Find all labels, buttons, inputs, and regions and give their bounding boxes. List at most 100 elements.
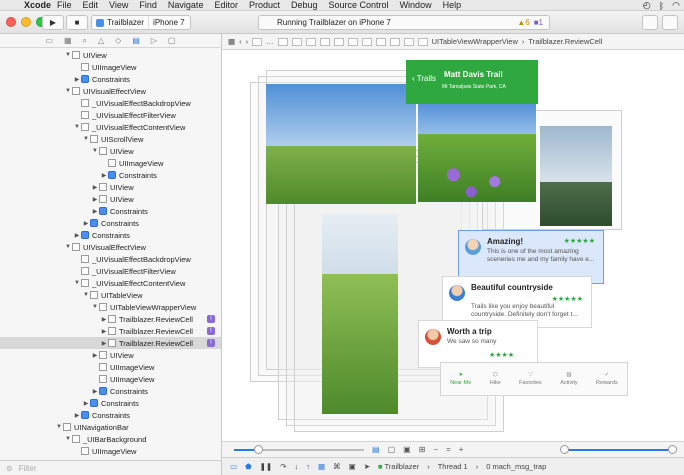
disclosure-triangle-icon[interactable]: ▶ bbox=[82, 220, 90, 227]
report-navigator-icon[interactable]: ▢ bbox=[168, 36, 176, 45]
tree-row[interactable]: _UIVisualEffectFilterView bbox=[0, 265, 221, 277]
menu-editor[interactable]: Editor bbox=[214, 0, 238, 10]
view-debugger-icon[interactable]: ▦ bbox=[318, 462, 325, 471]
assistant-editor-button[interactable] bbox=[662, 15, 678, 30]
debug-navigator-icon[interactable]: ▤ bbox=[132, 36, 140, 45]
jump-segment[interactable] bbox=[417, 37, 428, 46]
disclosure-triangle-icon[interactable]: ▼ bbox=[55, 424, 63, 430]
tree-row[interactable]: ▶ Constraints bbox=[0, 409, 221, 421]
forward-chevron-icon[interactable]: › bbox=[246, 37, 249, 46]
jump-ellipsis[interactable]: … bbox=[266, 37, 274, 46]
menu-edit[interactable]: Edit bbox=[83, 0, 99, 10]
menu-product[interactable]: Product bbox=[249, 0, 280, 10]
disclosure-triangle-icon[interactable]: ▶ bbox=[73, 412, 81, 419]
issue-indicator[interactable]: ■1 bbox=[534, 18, 543, 27]
debug-thread[interactable]: Thread 1 bbox=[438, 462, 468, 471]
tab-favorites[interactable]: ♡ Favorites bbox=[519, 372, 542, 386]
disclosure-triangle-icon[interactable]: ▼ bbox=[82, 136, 90, 142]
breakpoints-icon[interactable]: ⬟ bbox=[245, 462, 252, 471]
tree-row[interactable]: ▶ Constraints bbox=[0, 217, 221, 229]
step-in-icon[interactable]: ↓ bbox=[295, 462, 299, 471]
disclosure-triangle-icon[interactable]: ▼ bbox=[64, 244, 72, 250]
scheme-device[interactable]: iPhone 7 bbox=[149, 18, 189, 27]
tree-row[interactable]: ▶ Constraints bbox=[0, 205, 221, 217]
disclosure-triangle-icon[interactable]: ▶ bbox=[100, 172, 108, 179]
jump-segment[interactable] bbox=[333, 37, 344, 46]
runtime-issue-badge[interactable]: ! bbox=[207, 339, 215, 347]
jump-crumb-wrapper[interactable]: UITableViewWrapperView bbox=[432, 37, 518, 46]
tree-row[interactable]: ▼ _UIVisualEffectContentView bbox=[0, 277, 221, 289]
tree-row[interactable]: ▼ _UIBarBackground bbox=[0, 433, 221, 445]
tab-hike[interactable]: ⬡ Hike bbox=[490, 372, 501, 386]
runtime-issue-badge[interactable]: ! bbox=[207, 315, 215, 323]
tab-rewards[interactable]: ✓ Rewards bbox=[596, 372, 618, 386]
zoom-in-icon[interactable]: + bbox=[459, 445, 464, 454]
stop-button[interactable]: ■ bbox=[66, 15, 88, 30]
breakpoint-navigator-icon[interactable]: ▷ bbox=[151, 36, 157, 45]
test-navigator-icon[interactable]: ◇ bbox=[115, 36, 121, 45]
tree-row[interactable]: ▼ UIScrollView bbox=[0, 133, 221, 145]
tree-row[interactable]: ▼ UIVisualEffectView bbox=[0, 85, 221, 97]
jump-segment[interactable] bbox=[277, 37, 288, 46]
disclosure-triangle-icon[interactable]: ▶ bbox=[91, 208, 99, 215]
tree-row[interactable]: ▶ Trailblazer.ReviewCell! bbox=[0, 325, 221, 337]
spacing-slider[interactable] bbox=[234, 445, 364, 454]
jump-segment[interactable] bbox=[361, 37, 372, 46]
tree-row[interactable]: ▼ UITableViewWrapperView bbox=[0, 301, 221, 313]
location-simulate-icon[interactable]: ➤ bbox=[364, 462, 370, 471]
disclosure-triangle-icon[interactable]: ▶ bbox=[100, 316, 108, 323]
slider-knob[interactable] bbox=[560, 445, 569, 454]
disclosure-triangle-icon[interactable]: ▶ bbox=[100, 340, 108, 347]
tree-row[interactable]: ▼ UIView bbox=[0, 49, 221, 61]
jump-segment[interactable] bbox=[375, 37, 386, 46]
jump-segment[interactable] bbox=[305, 37, 316, 46]
bluetooth-icon[interactable]: ᛒ bbox=[659, 1, 664, 11]
tree-row[interactable]: ▶ Constraints bbox=[0, 169, 221, 181]
menu-find[interactable]: Find bbox=[139, 0, 157, 10]
time-machine-icon[interactable]: ◴ bbox=[643, 0, 651, 11]
symbol-navigator-icon[interactable]: ▦ bbox=[64, 36, 72, 45]
back-chevron-icon[interactable]: ‹ bbox=[239, 37, 242, 46]
pause-icon[interactable]: ❚❚ bbox=[260, 462, 273, 471]
jump-crumb-cell[interactable]: Trailblazer.ReviewCell bbox=[528, 37, 602, 46]
review-cell[interactable]: Worth a trip ★★★★ We saw so many bbox=[418, 320, 538, 368]
menu-view[interactable]: View bbox=[109, 0, 128, 10]
disclosure-triangle-icon[interactable]: ▼ bbox=[64, 88, 72, 94]
menu-file[interactable]: File bbox=[57, 0, 72, 10]
zoom-out-icon[interactable]: − bbox=[433, 445, 438, 454]
jump-segment[interactable] bbox=[291, 37, 302, 46]
menu-help[interactable]: Help bbox=[443, 0, 462, 10]
orient-3d-icon[interactable]: ⊞ bbox=[419, 445, 426, 454]
disclosure-triangle-icon[interactable]: ▶ bbox=[73, 232, 81, 239]
jump-segment[interactable] bbox=[347, 37, 358, 46]
disclosure-triangle-icon[interactable]: ▼ bbox=[64, 52, 72, 58]
warning-indicator[interactable]: ▲6 bbox=[517, 18, 529, 27]
jump-segment[interactable] bbox=[389, 37, 400, 46]
nav-back-button[interactable]: ‹ Trails bbox=[412, 74, 436, 83]
disclosure-triangle-icon[interactable]: ▶ bbox=[100, 328, 108, 335]
disclosure-triangle-icon[interactable]: ▶ bbox=[91, 196, 99, 203]
zoom-reset-icon[interactable]: = bbox=[446, 445, 451, 454]
range-slider[interactable] bbox=[560, 445, 677, 454]
tree-row[interactable]: ▼ _UIVisualEffectContentView bbox=[0, 121, 221, 133]
tree-row[interactable]: ▼ UIVisualEffectView bbox=[0, 241, 221, 253]
close-window-button[interactable] bbox=[6, 17, 16, 27]
view-hierarchy-tree[interactable]: ▼ UIView UIImageView ▶ Constraints ▼ UIVisualE… bbox=[0, 49, 221, 461]
tree-row[interactable]: _UIVisualEffectBackdropView bbox=[0, 253, 221, 265]
adjust-view-mode-icon[interactable]: ▣ bbox=[403, 445, 411, 454]
disclosure-triangle-icon[interactable]: ▼ bbox=[73, 280, 81, 286]
tree-row[interactable]: ▶ Trailblazer.ReviewCell! bbox=[0, 337, 221, 349]
tree-row[interactable]: ▶ Constraints bbox=[0, 397, 221, 409]
jump-segment[interactable] bbox=[403, 37, 414, 46]
toggle-debug-area-icon[interactable]: ▭ bbox=[230, 462, 237, 471]
tree-row[interactable]: ▶ UIView bbox=[0, 193, 221, 205]
debug-frame[interactable]: 0 mach_msg_trap bbox=[486, 462, 546, 471]
memory-graph-icon[interactable]: ⌘ bbox=[333, 462, 341, 471]
tree-row[interactable]: ▶ UIView bbox=[0, 181, 221, 193]
minimize-window-button[interactable] bbox=[21, 17, 31, 27]
menu-navigate[interactable]: Navigate bbox=[168, 0, 204, 10]
tree-row[interactable]: ▶ Constraints bbox=[0, 385, 221, 397]
tree-row[interactable]: _UIVisualEffectBackdropView bbox=[0, 97, 221, 109]
show-clipped-icon[interactable]: ▤ bbox=[372, 445, 380, 454]
tree-row[interactable]: _UIVisualEffectFilterView bbox=[0, 109, 221, 121]
